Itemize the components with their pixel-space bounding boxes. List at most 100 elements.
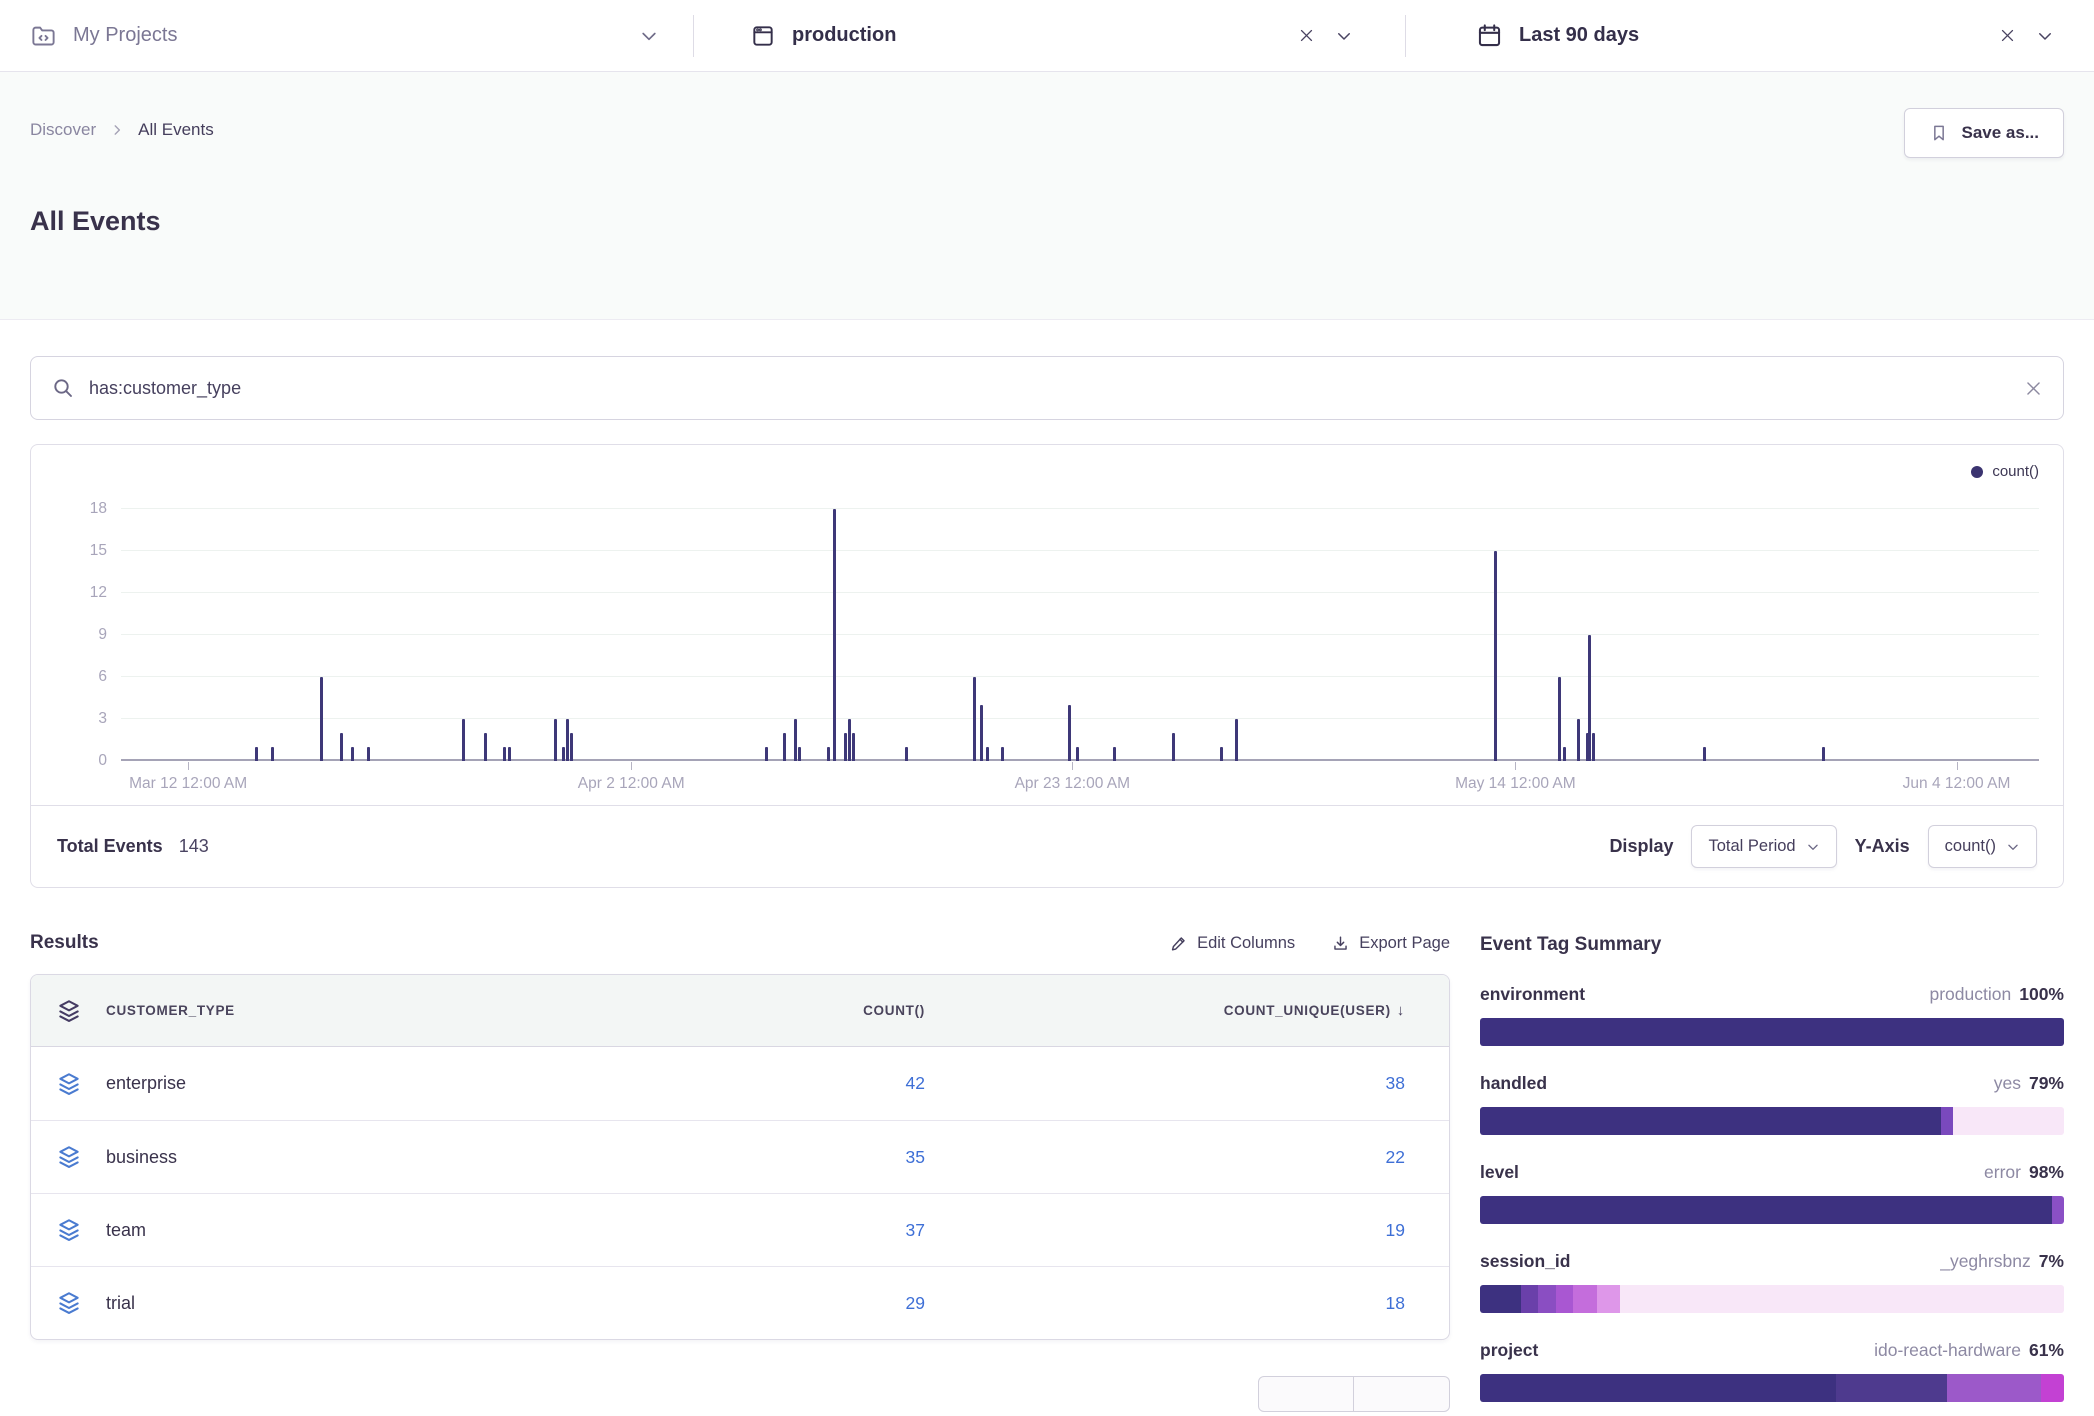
chart-bar[interactable]: [562, 747, 565, 761]
chart-bar[interactable]: [848, 719, 851, 761]
table-row[interactable]: enterprise4238: [31, 1047, 1449, 1120]
tag-bar-segment[interactable]: [1573, 1285, 1596, 1313]
count-unique-cell[interactable]: 22: [969, 1147, 1449, 1168]
tag-distribution-bar[interactable]: [1480, 1374, 2064, 1402]
chart-bar[interactable]: [1563, 747, 1566, 761]
chart-bar[interactable]: [905, 747, 908, 761]
events-bar-chart[interactable]: 0369121518: [121, 501, 2039, 761]
chevron-down-icon[interactable]: [1335, 27, 1353, 45]
chart-bar[interactable]: [1172, 733, 1175, 761]
tag-bar-segment[interactable]: [1480, 1107, 1941, 1135]
chart-bar[interactable]: [844, 733, 847, 761]
tag-bar-segment[interactable]: [1480, 1196, 2052, 1224]
table-row[interactable]: team3719: [31, 1193, 1449, 1266]
chart-bar[interactable]: [986, 747, 989, 761]
tag-bar-segment[interactable]: [1480, 1374, 1836, 1402]
count-cell[interactable]: 37: [679, 1220, 969, 1241]
chart-bar[interactable]: [340, 733, 343, 761]
chart-bar[interactable]: [554, 719, 557, 761]
chart-bar[interactable]: [1494, 551, 1497, 761]
chart-bar[interactable]: [794, 719, 797, 761]
chart-bar[interactable]: [1076, 747, 1079, 761]
tag-distribution-bar[interactable]: [1480, 1196, 2064, 1224]
count-unique-cell[interactable]: 19: [969, 1220, 1449, 1241]
chart-bar[interactable]: [1220, 747, 1223, 761]
chart-bar[interactable]: [1592, 733, 1595, 761]
chart-bar[interactable]: [570, 733, 573, 761]
close-icon[interactable]: [1999, 27, 2016, 44]
close-icon[interactable]: [1298, 27, 1315, 44]
column-header-count-unique[interactable]: COUNT_UNIQUE(USER)↓: [969, 1002, 1449, 1019]
stack-icon: [31, 1071, 106, 1097]
chart-bar[interactable]: [320, 677, 323, 761]
tag-distribution-bar[interactable]: [1480, 1018, 2064, 1046]
chart-bar[interactable]: [351, 747, 354, 761]
count-cell[interactable]: 35: [679, 1147, 969, 1168]
chart-bar[interactable]: [852, 733, 855, 761]
chart-bar[interactable]: [1577, 719, 1580, 761]
search-input[interactable]: has:customer_type: [89, 378, 241, 399]
chart-bar[interactable]: [765, 747, 768, 761]
display-dropdown[interactable]: Total Period: [1691, 825, 1836, 868]
chevron-down-icon[interactable]: [2036, 27, 2054, 45]
tag-bar-segment[interactable]: [1521, 1285, 1539, 1313]
pagination-prev-button[interactable]: [1258, 1376, 1354, 1412]
chart-bar[interactable]: [833, 509, 836, 761]
chart-bar[interactable]: [980, 705, 983, 761]
chart-bar[interactable]: [1001, 747, 1004, 761]
project-selector[interactable]: My Projects: [0, 0, 693, 71]
search-bar[interactable]: has:customer_type: [30, 356, 2064, 420]
count-cell[interactable]: 29: [679, 1293, 969, 1314]
chart-bar[interactable]: [271, 747, 274, 761]
tag-bar-segment[interactable]: [1836, 1374, 1947, 1402]
chart-bar[interactable]: [973, 677, 976, 761]
chart-bar[interactable]: [462, 719, 465, 761]
tag-bar-segment[interactable]: [1538, 1285, 1556, 1313]
tag-bar-segment[interactable]: [1556, 1285, 1574, 1313]
chart-bar[interactable]: [798, 747, 801, 761]
tag-bar-segment[interactable]: [1480, 1285, 1521, 1313]
export-page-button[interactable]: Export Page: [1331, 934, 1450, 953]
chart-bar[interactable]: [1558, 677, 1561, 761]
tag-bar-segment[interactable]: [1620, 1285, 2064, 1313]
tag-bar-segment[interactable]: [1953, 1107, 2064, 1135]
chart-bar[interactable]: [1068, 705, 1071, 761]
chart-bar[interactable]: [503, 747, 506, 761]
pagination-next-button[interactable]: [1354, 1376, 1450, 1412]
chart-bar[interactable]: [1235, 719, 1238, 761]
chart-bar[interactable]: [1113, 747, 1116, 761]
chart-bar[interactable]: [484, 733, 487, 761]
tag-bar-segment[interactable]: [2052, 1196, 2064, 1224]
chart-bar[interactable]: [783, 733, 786, 761]
environment-selector[interactable]: production: [694, 0, 1405, 71]
chevron-down-icon[interactable]: [639, 26, 659, 46]
tag-distribution-bar[interactable]: [1480, 1107, 2064, 1135]
tag-bar-segment[interactable]: [1480, 1018, 2064, 1046]
search-clear-icon[interactable]: [2024, 379, 2043, 398]
column-header-count[interactable]: COUNT(): [679, 1003, 969, 1018]
table-row[interactable]: trial2918: [31, 1266, 1449, 1339]
tag-bar-segment[interactable]: [2041, 1374, 2064, 1402]
date-range-selector[interactable]: Last 90 days: [1406, 0, 2094, 71]
column-header-customer-type[interactable]: CUSTOMER_TYPE: [106, 1003, 679, 1018]
save-as-button[interactable]: Save as...: [1904, 108, 2064, 158]
chart-bar[interactable]: [508, 747, 511, 761]
chart-bar[interactable]: [566, 719, 569, 761]
chart-bar[interactable]: [367, 747, 370, 761]
chart-bar[interactable]: [1703, 747, 1706, 761]
count-cell[interactable]: 42: [679, 1073, 969, 1094]
chart-bar[interactable]: [1588, 635, 1591, 761]
edit-columns-button[interactable]: Edit Columns: [1169, 934, 1295, 953]
table-row[interactable]: business3522: [31, 1120, 1449, 1193]
chart-bar[interactable]: [255, 747, 258, 761]
chart-bar[interactable]: [827, 747, 830, 761]
tag-bar-segment[interactable]: [1597, 1285, 1620, 1313]
breadcrumb-discover-link[interactable]: Discover: [30, 120, 96, 140]
y-axis-dropdown[interactable]: count(): [1928, 825, 2037, 868]
tag-distribution-bar[interactable]: [1480, 1285, 2064, 1313]
tag-bar-segment[interactable]: [1947, 1374, 2040, 1402]
count-unique-cell[interactable]: 38: [969, 1073, 1449, 1094]
tag-bar-segment[interactable]: [1941, 1107, 1953, 1135]
chart-bar[interactable]: [1822, 747, 1825, 761]
count-unique-cell[interactable]: 18: [969, 1293, 1449, 1314]
